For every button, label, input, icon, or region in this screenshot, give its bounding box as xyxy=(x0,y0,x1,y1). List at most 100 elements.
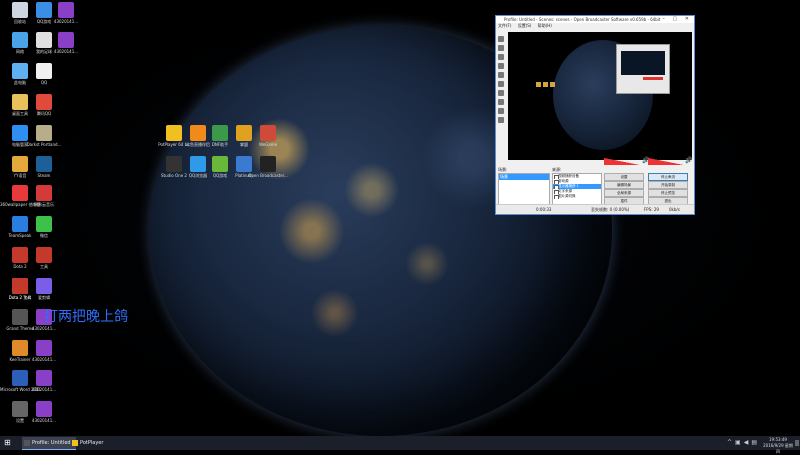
desktop-icon-label: QQ xyxy=(40,80,48,85)
qq-icon xyxy=(36,63,52,79)
obs-left-toolstrip xyxy=(498,36,506,156)
edit-scene-button[interactable]: 编辑场景 xyxy=(604,181,644,189)
bitrate-readout: 0kb/s xyxy=(669,207,680,212)
desktop-icon-label: Darkst Portland... xyxy=(26,142,62,147)
network-icon[interactable]: ▣ xyxy=(735,439,744,446)
media-file-icon xyxy=(58,32,74,48)
potplayer-icon xyxy=(72,440,78,446)
steam-icon xyxy=(36,156,52,172)
obs-status-bar: 0:00:33 丢失帧数: 0 (0.00%) FPS: 29 0kb/s xyxy=(496,204,694,214)
desktop-icon[interactable]: 爱剪辑 xyxy=(24,278,64,300)
desktop-icon[interactable]: Darkst Portland... xyxy=(24,125,64,147)
desktop-icon-label: 43020141... xyxy=(53,49,79,54)
tool-icon[interactable] xyxy=(498,72,504,78)
system-tray[interactable]: ^▣◀▤ xyxy=(727,439,760,446)
taskbar: ⊞ Profile: Untitled -... PotPlayer ^▣◀▤ … xyxy=(0,436,800,454)
clock-date: 2016/9/29 星期四 xyxy=(763,443,793,454)
windows-start-icon[interactable]: ⊞ xyxy=(4,439,11,447)
desktop-icon[interactable]: 43020141... xyxy=(46,2,86,24)
tool-icon[interactable] xyxy=(498,36,504,42)
netease-music-icon xyxy=(36,185,52,201)
desktop-icon[interactable]: Open Broadcaster... xyxy=(248,156,288,178)
chevron-up-icon[interactable]: ^ xyxy=(727,439,735,446)
tool-icon[interactable] xyxy=(498,81,504,87)
desktop-icon-label: 腾讯QQ xyxy=(36,111,52,116)
obs-title-text: Profile: Untitled - Scenes: scenes - Ope… xyxy=(504,17,661,22)
desktop-icon-label: 工具 xyxy=(40,264,48,269)
qq-penguin-icon xyxy=(36,94,52,110)
desktop-icon[interactable]: 腾讯QQ xyxy=(24,94,64,116)
wechat-icon xyxy=(36,216,52,232)
keyboard-icon[interactable]: ▤ xyxy=(751,439,760,446)
obs-icon xyxy=(24,440,30,446)
tool-icon[interactable] xyxy=(498,99,504,105)
desktop-icon-label: 43020141... xyxy=(31,418,57,423)
desktop-icon-label: 43020141... xyxy=(53,19,79,24)
start-recording-button[interactable]: 开始录制 xyxy=(648,181,688,189)
preview-nested-obs xyxy=(616,44,670,94)
tool-icon[interactable] xyxy=(498,63,504,69)
desktop-icon-label: 43020141... xyxy=(31,387,57,392)
stop-stream-button[interactable]: 停止串流 xyxy=(648,173,688,181)
desktop-icon-label: 43020141... xyxy=(31,357,57,362)
settings-button[interactable]: 设置 xyxy=(604,173,644,181)
fps-readout: FPS: 29 xyxy=(644,207,659,212)
dropped-frames: 丢失帧数: 0 (0.00%) xyxy=(591,207,630,212)
window-controls[interactable]: – ▢ ✕ xyxy=(662,16,692,23)
overlay-caption: 打两把晚上鸽 xyxy=(44,309,128,325)
checkbox[interactable] xyxy=(554,195,559,199)
desktop-icon[interactable]: 43020141... xyxy=(24,401,64,423)
menu-help[interactable]: 帮助(H) xyxy=(538,23,552,28)
tool-icon[interactable] xyxy=(498,108,504,114)
tool-icon[interactable] xyxy=(498,45,504,51)
media-file-icon xyxy=(36,340,52,356)
menu-file[interactable]: 文件(F) xyxy=(498,23,511,28)
stop-preview-button[interactable]: 停止预览 xyxy=(648,189,688,197)
desktop-icon-label: 微信 xyxy=(40,233,48,238)
game-icon xyxy=(36,125,52,141)
obs-title-bar[interactable]: Profile: Untitled - Scenes: scenes - Ope… xyxy=(496,16,694,23)
tool-icon[interactable] xyxy=(498,117,504,123)
menu-settings[interactable]: 设置(S) xyxy=(518,23,532,28)
desktop-icon-label: WeGame xyxy=(258,142,278,147)
tool-icon[interactable] xyxy=(498,54,504,60)
desktop-icon-label: 43020141... xyxy=(31,326,57,331)
desktop-icon-label: Steam xyxy=(37,173,51,178)
stream-time: 0:00:33 xyxy=(536,207,552,212)
media-file-icon xyxy=(58,2,74,18)
desktop-icon[interactable]: 43020141... xyxy=(46,32,86,54)
taskbar-obs[interactable]: Profile: Untitled -... xyxy=(22,437,79,450)
tool-icon xyxy=(36,247,52,263)
obs-menu-bar: 文件(F) 设置(S) 帮助(H) xyxy=(496,23,694,29)
taskbar-potplayer[interactable]: PotPlayer xyxy=(70,437,114,449)
video-editor-icon xyxy=(36,278,52,294)
desktop-volume-meter[interactable] xyxy=(604,158,640,165)
desktop-icon[interactable]: Steam xyxy=(24,156,64,178)
scene-item[interactable]: 场景 xyxy=(499,174,549,180)
tool-icon[interactable] xyxy=(498,90,504,96)
media-file-icon xyxy=(36,401,52,417)
desktop-icon[interactable]: WeGame xyxy=(248,125,288,147)
media-file-icon xyxy=(36,370,52,386)
desktop-icon[interactable]: 微信 xyxy=(24,216,64,238)
desktop: 回收站 QQ游戏 43020141... 网络 我的足球 43020141... 此电脑 QQ… xyxy=(0,0,800,436)
source-item[interactable]: 图片源切换 xyxy=(553,194,601,199)
taskbar-clock[interactable]: 19:53:49 2016/9/29 星期四 xyxy=(762,437,794,455)
desktop-icon[interactable]: 网易云音乐 xyxy=(24,185,64,207)
wegame-icon xyxy=(260,125,276,141)
desktop-icon[interactable]: 43020141... xyxy=(24,370,64,392)
global-sources-button[interactable]: 全局来源 xyxy=(604,189,644,197)
desktop-icon-label: 网易云音乐 xyxy=(34,202,54,207)
preview-desktop-icons xyxy=(536,72,557,91)
desktop-icon[interactable]: QQ xyxy=(24,63,64,85)
obs-preview[interactable] xyxy=(508,32,692,160)
speaker-icon[interactable]: 🔊 xyxy=(685,157,692,164)
obs-window[interactable]: Profile: Untitled - Scenes: scenes - Ope… xyxy=(495,15,695,215)
sources-list[interactable]: 视频捕获设备 游戏源 显示器捕获 1 文字来源 图片源切换 xyxy=(552,173,602,205)
show-desktop-button[interactable] xyxy=(795,440,799,446)
desktop-icon[interactable]: 工具 xyxy=(24,247,64,269)
desktop-icon-label: 爱剪辑 xyxy=(38,295,50,300)
desktop-icon[interactable]: 43020141... xyxy=(24,340,64,362)
scenes-list[interactable]: 场景 xyxy=(498,173,550,205)
mic-volume-meter[interactable] xyxy=(648,158,684,165)
